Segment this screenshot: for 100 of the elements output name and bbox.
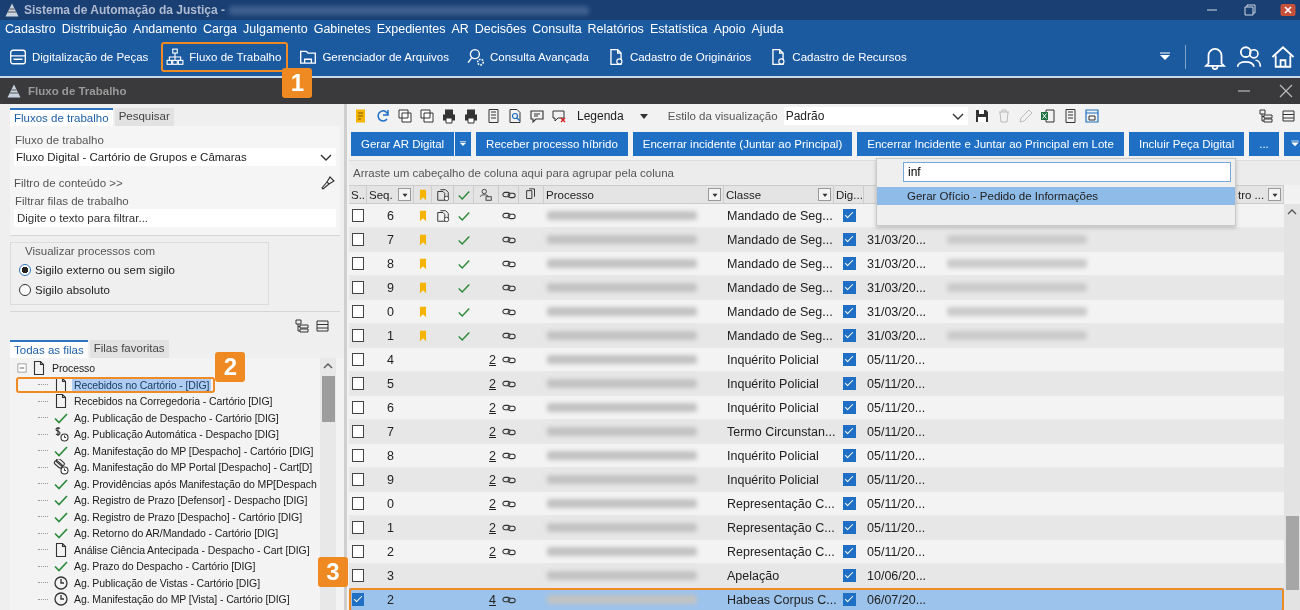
- toolbar-button[interactable]: Cadastro de Originários: [629, 51, 752, 63]
- print-icon[interactable]: [441, 108, 457, 124]
- tree-item[interactable]: Análise Ciência Antecipada - Despacho - Cart [DIG]: [72, 543, 312, 556]
- checkbox[interactable]: [842, 521, 856, 534]
- radio-button[interactable]: [19, 284, 31, 296]
- column-header[interactable]: Seq.: [367, 186, 414, 203]
- table-row[interactable]: 1 2 Representação C... 05/11/20...: [349, 516, 1284, 540]
- tree-item[interactable]: Ag. Prazo do Despacho - Cartório [DIG]: [72, 560, 258, 573]
- checkbox[interactable]: [842, 377, 856, 390]
- tab[interactable]: Fluxos de trabalho: [10, 108, 113, 126]
- tree-item[interactable]: Ag. Registro de Prazo [Defensor] - Despacho [DIG]: [72, 494, 310, 507]
- scroll-thumb[interactable]: [321, 376, 335, 422]
- count-link[interactable]: 2: [489, 496, 496, 511]
- menu-item[interactable]: Ajuda: [748, 22, 787, 36]
- count-link[interactable]: 2: [489, 400, 496, 415]
- scroll-thumb[interactable]: [1285, 516, 1299, 590]
- user-icon[interactable]: [479, 187, 493, 202]
- action-button[interactable]: Encerrar incidente (Juntar ao Principal): [632, 132, 853, 156]
- checkbox[interactable]: [352, 521, 364, 534]
- search-gear-icon[interactable]: [467, 48, 485, 66]
- checkbox[interactable]: [352, 233, 364, 246]
- tab[interactable]: Filas favoritas: [89, 340, 169, 358]
- action-button[interactable]: Incluir Peça Digital: [1128, 132, 1245, 156]
- filter-button[interactable]: [708, 188, 721, 201]
- dropdown-button[interactable]: [455, 132, 472, 156]
- print-icon[interactable]: [463, 108, 479, 124]
- radio-button[interactable]: [19, 264, 31, 276]
- checkbox[interactable]: [352, 305, 364, 318]
- count-link[interactable]: 2: [489, 472, 496, 487]
- folder-icon[interactable]: [299, 48, 318, 66]
- tree-item[interactable]: Ag. Publicação Automática - Despacho [DIG]: [72, 428, 281, 441]
- checkbox[interactable]: [842, 257, 856, 270]
- home-icon[interactable]: [1270, 44, 1296, 70]
- menu-item[interactable]: AR: [448, 22, 472, 36]
- checkbox[interactable]: [352, 329, 364, 342]
- list-view-icon[interactable]: [314, 318, 330, 334]
- comment-icon[interactable]: [529, 108, 545, 124]
- checkbox[interactable]: [352, 473, 364, 486]
- checkbox[interactable]: [352, 593, 364, 606]
- checkbox[interactable]: [842, 209, 856, 222]
- selected-row[interactable]: 2 4 Habeas Corpus C... 06/07/20...: [349, 588, 1284, 610]
- count-link[interactable]: 4: [489, 592, 496, 607]
- users-icon[interactable]: [1236, 44, 1262, 70]
- tree-item[interactable]: Ag. Retorno do AR/Mandado - Cartório [DIG]: [72, 527, 281, 540]
- count-link[interactable]: 2: [489, 448, 496, 463]
- checkbox[interactable]: [352, 353, 364, 366]
- menu-button[interactable]: [1283, 132, 1300, 156]
- tree-item[interactable]: Ag. Manifestação do MP [Vista] - Cartório [DIG]: [72, 593, 292, 606]
- menu-item[interactable]: Decisões: [471, 22, 530, 36]
- menu-item[interactable]: Expedientes: [373, 22, 449, 36]
- menu-item[interactable]: Apoio: [710, 22, 749, 36]
- toolbar-button[interactable]: Cadastro de Recursos: [792, 51, 907, 63]
- document-icon[interactable]: [485, 108, 501, 124]
- menu-item[interactable]: Gerar Ofício - Pedido de Informações: [877, 187, 1235, 205]
- tree-item[interactable]: Recebidos na Corregedoria - Cartório [DIG]: [72, 395, 275, 408]
- clear-filter-icon[interactable]: [320, 175, 336, 191]
- table-row[interactable]: 9 Mandado de Seg... 31/03/20...: [349, 276, 1284, 300]
- checkbox[interactable]: [352, 425, 364, 438]
- filter-field[interactable]: Digite o texto para filtrar...: [14, 209, 336, 227]
- toolbar-button[interactable]: Digitalização de Peças: [32, 51, 149, 63]
- menu-item[interactable]: Andamento: [130, 22, 200, 36]
- count-link[interactable]: 2: [489, 376, 496, 391]
- table-row[interactable]: 9 2 Inquérito Policial 05/11/20...: [349, 468, 1284, 492]
- save-icon[interactable]: [973, 108, 990, 124]
- tree-item[interactable]: Ag. Providências após Manifestação do MP[Despach: [72, 477, 319, 490]
- tree-view-icon[interactable]: [294, 318, 310, 334]
- menu-item[interactable]: Estatística: [646, 22, 711, 36]
- documents-icon[interactable]: [435, 187, 450, 202]
- checkbox[interactable]: [842, 425, 856, 438]
- scanner-icon[interactable]: [9, 48, 27, 66]
- checkbox[interactable]: [842, 281, 856, 294]
- checkbox[interactable]: [352, 449, 364, 462]
- action-button[interactable]: Gerar AR Digital: [351, 132, 455, 156]
- tree-item[interactable]: Ag. Manifestação do MP Portal [Despacho] - Cart[D]: [72, 461, 315, 474]
- menu-item[interactable]: Distribuição: [58, 22, 131, 36]
- column-header[interactable]: Processo: [544, 186, 724, 203]
- comment-delete-icon[interactable]: [551, 108, 567, 124]
- workflow-select[interactable]: Fluxo Digital - Cartório de Grupos e Câmaras: [14, 148, 336, 166]
- checkbox[interactable]: [352, 545, 364, 558]
- tree-item[interactable]: Ag. Registro de Prazo [Despacho] - Cartório [DIG]: [72, 510, 304, 523]
- tab[interactable]: Pesquisar: [114, 108, 174, 126]
- toolbar-button[interactable]: Consulta Avançada: [490, 51, 589, 63]
- checkbox[interactable]: [842, 545, 856, 558]
- checkbox[interactable]: [842, 305, 856, 318]
- menu-item[interactable]: Cadastro: [2, 22, 59, 36]
- checkbox[interactable]: [842, 329, 856, 342]
- tree-item[interactable]: Processo: [50, 362, 97, 375]
- toolbar-button[interactable]: Gerenciador de Arquivos: [322, 51, 449, 63]
- radio-label[interactable]: Sigilo externo ou sem sigilo: [35, 264, 175, 276]
- menu-item[interactable]: Julgamento: [240, 22, 311, 36]
- checkbox[interactable]: [352, 281, 364, 294]
- checkbox[interactable]: [352, 401, 364, 414]
- restore-icon[interactable]: [1242, 2, 1258, 18]
- filter-button[interactable]: [818, 188, 831, 201]
- checkbox[interactable]: [842, 473, 856, 486]
- checkbox[interactable]: [842, 497, 856, 510]
- menu-item[interactable]: Consulta: [529, 22, 585, 36]
- view-style-select[interactable]: Padrão: [783, 107, 968, 125]
- search-field[interactable]: inf: [903, 162, 1231, 182]
- tab[interactable]: Todas as filas: [10, 340, 88, 358]
